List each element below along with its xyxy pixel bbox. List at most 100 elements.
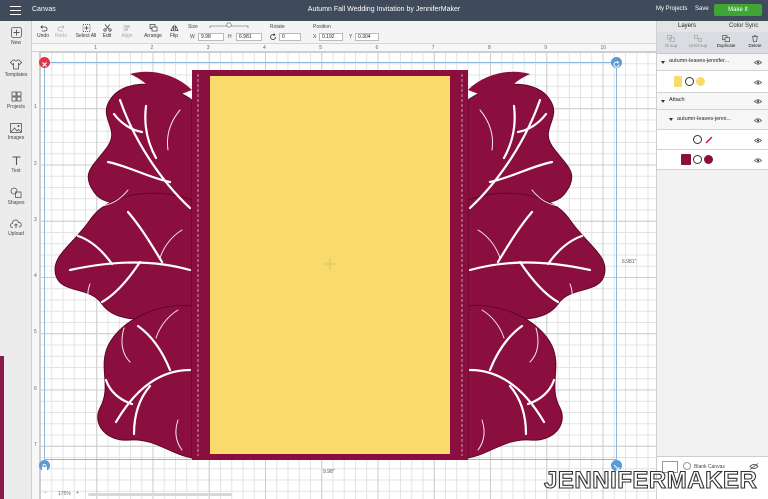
eye-icon[interactable] bbox=[754, 80, 762, 85]
ruler-top: 1 2 3 4 5 6 7 8 9 10 bbox=[32, 44, 656, 52]
watermark-text: JENNIFERMAKER bbox=[544, 467, 757, 494]
group-label: Group bbox=[664, 43, 678, 48]
layer-name: Attach bbox=[669, 97, 685, 103]
zoom-out-button[interactable]: − bbox=[44, 490, 47, 496]
align-icon bbox=[123, 24, 130, 32]
layer-row-group[interactable]: autumn-leaves-jennifer... bbox=[657, 54, 768, 71]
ruler-left-number: 5 bbox=[34, 329, 37, 336]
delete-button[interactable]: Delete bbox=[743, 35, 767, 48]
group-button[interactable]: Group bbox=[659, 35, 683, 48]
ungroup-button[interactable]: UnGroup bbox=[686, 35, 710, 48]
ruler-top-number: 8 bbox=[488, 45, 491, 51]
rotate-field[interactable]: 0 bbox=[279, 33, 301, 41]
rail-item-projects[interactable]: Projects bbox=[0, 91, 32, 110]
invitation-artwork[interactable] bbox=[50, 70, 610, 460]
cut-operation-icon[interactable] bbox=[693, 155, 702, 164]
color-swatch[interactable] bbox=[696, 77, 705, 86]
ruler-top-number: 10 bbox=[600, 45, 607, 51]
save-button[interactable]: Save bbox=[695, 6, 709, 12]
arrange-label: Arrange bbox=[144, 33, 162, 39]
undo-icon bbox=[39, 25, 47, 32]
rail-item-text[interactable]: Text bbox=[0, 155, 32, 174]
eye-icon[interactable] bbox=[754, 138, 762, 143]
position-x-field[interactable]: 0.192 bbox=[319, 33, 343, 41]
my-projects-link[interactable]: My Projects bbox=[656, 6, 687, 12]
grid-icon bbox=[11, 91, 21, 102]
expand-caret-icon[interactable] bbox=[661, 100, 665, 103]
rail-item-shapes[interactable]: Shapes bbox=[0, 187, 32, 206]
left-rail: New Templates Projects Images Text Shape… bbox=[0, 21, 32, 499]
zoom-in-button[interactable]: + bbox=[76, 490, 79, 496]
ruler-top-number: 3 bbox=[206, 45, 210, 51]
layer-row-leaves[interactable] bbox=[657, 150, 768, 170]
width-field[interactable]: 9.98 bbox=[198, 33, 224, 41]
watermark-letter: M bbox=[667, 467, 688, 494]
flip-button[interactable]: Flip bbox=[167, 24, 181, 39]
rotate-handle[interactable] bbox=[611, 57, 622, 68]
arrange-button[interactable]: Arrange bbox=[142, 24, 164, 39]
rail-label-upload: Upload bbox=[8, 231, 24, 237]
expand-caret-icon[interactable] bbox=[669, 118, 673, 121]
layer-actions-bar: Group UnGroup Duplicate Delete bbox=[657, 32, 768, 54]
ruler-left-number: 4 bbox=[34, 273, 37, 279]
edit-toolbar: Undo Redo Select All Edit Align Arrange … bbox=[32, 21, 656, 44]
document-title: Autumn Fall Wedding Invitation by Jennif… bbox=[307, 6, 461, 13]
watermark-letter: K bbox=[705, 467, 723, 494]
redo-button[interactable]: Redo bbox=[54, 24, 68, 39]
watermark-letter: A bbox=[687, 467, 705, 494]
layer-row-score[interactable] bbox=[657, 130, 768, 150]
duplicate-button[interactable]: Duplicate bbox=[714, 35, 738, 48]
tab-color-sync[interactable]: Color Sync bbox=[729, 23, 758, 29]
rail-item-images[interactable]: Images bbox=[0, 123, 32, 141]
size-lock-icon[interactable] bbox=[208, 22, 252, 30]
arrange-icon bbox=[149, 24, 157, 32]
duplicate-label: Duplicate bbox=[716, 43, 736, 48]
layer-row-card[interactable] bbox=[657, 71, 768, 93]
image-icon bbox=[10, 123, 22, 133]
eye-icon[interactable] bbox=[754, 60, 762, 65]
position-y-field[interactable]: 0.304 bbox=[355, 33, 379, 41]
watermark-letter: E bbox=[723, 467, 740, 494]
eye-icon[interactable] bbox=[754, 118, 762, 123]
undo-label: Undo bbox=[37, 33, 49, 39]
rail-item-upload[interactable]: Upload bbox=[0, 219, 32, 237]
score-operation-icon[interactable] bbox=[693, 135, 702, 144]
tab-layers[interactable]: Layers bbox=[678, 23, 696, 29]
watermark-letter: I bbox=[610, 467, 617, 494]
height-label: H bbox=[228, 34, 232, 40]
height-field[interactable]: 6.981 bbox=[236, 33, 262, 41]
eye-icon[interactable] bbox=[754, 99, 762, 104]
layer-thumbnail bbox=[681, 154, 691, 165]
rail-item-new[interactable]: New bbox=[0, 27, 32, 46]
select-all-label: Select All bbox=[75, 33, 97, 39]
eye-icon[interactable] bbox=[754, 158, 762, 163]
cut-operation-icon[interactable] bbox=[685, 77, 694, 86]
ruler-left-number: 1 bbox=[34, 104, 37, 111]
horizontal-scrollbar[interactable] bbox=[88, 493, 232, 496]
close-icon bbox=[42, 62, 47, 67]
edit-button[interactable]: Edit bbox=[99, 24, 115, 39]
trash-icon bbox=[752, 35, 758, 42]
color-swatch[interactable] bbox=[704, 155, 713, 164]
design-canvas[interactable]: 1 2 3 4 5 6 7 8 9 10 1234567 6.981" 9.98… bbox=[32, 44, 656, 499]
rail-item-templates[interactable]: Templates bbox=[0, 59, 32, 78]
delete-handle[interactable] bbox=[39, 57, 50, 68]
lock-handle[interactable] bbox=[39, 460, 50, 471]
make-it-button[interactable]: Make It bbox=[714, 4, 762, 16]
layer-row-leaves-group[interactable]: autumn-leaves-jenni... bbox=[657, 110, 768, 130]
shapes-icon bbox=[10, 187, 22, 198]
flip-label: Flip bbox=[169, 33, 179, 39]
layer-thumbnail bbox=[674, 76, 682, 87]
expand-caret-icon[interactable] bbox=[661, 61, 665, 64]
layers-panel: Layers Color Sync Group UnGroup Duplicat… bbox=[656, 21, 768, 499]
select-all-button[interactable]: Select All bbox=[75, 24, 97, 39]
width-label: W bbox=[190, 34, 195, 40]
watermark-letter: F bbox=[617, 467, 632, 494]
align-button[interactable]: Align bbox=[120, 24, 134, 39]
width-dimension-label: 9.98" bbox=[323, 469, 335, 475]
undo-button[interactable]: Undo bbox=[36, 24, 50, 39]
layer-row-attach[interactable]: Attach bbox=[657, 93, 768, 110]
panel-tabs: Layers Color Sync bbox=[657, 21, 768, 32]
ruler-left-number: 6 bbox=[34, 385, 37, 392]
y-label: Y bbox=[349, 34, 353, 40]
